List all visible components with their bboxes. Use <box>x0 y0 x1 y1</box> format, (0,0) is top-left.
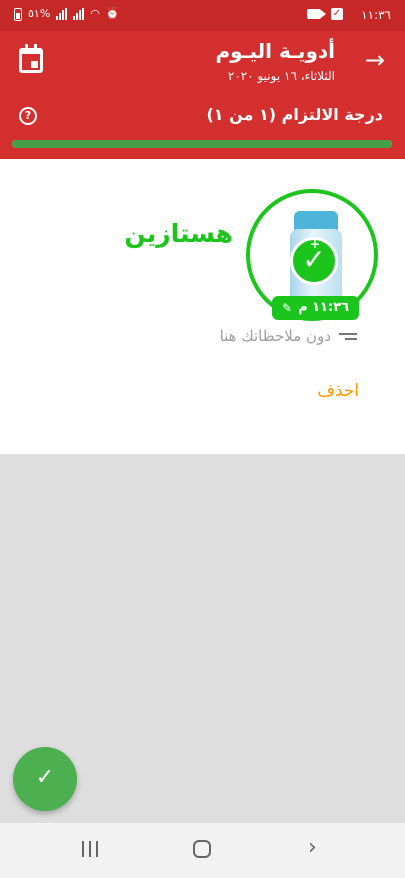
pill-bottle-cap <box>294 211 338 231</box>
adherence-progress-fill <box>12 140 392 148</box>
home-icon[interactable] <box>193 840 211 858</box>
status-right-icons: ✓ <box>307 8 343 20</box>
dose-time-chip[interactable]: ١١:٣٦ م ✎ <box>272 296 360 320</box>
check-box-icon: ✓ <box>331 8 343 20</box>
medication-card: ✓ + ١١:٣٦ م ✎ هستازين دون ملاحظاتك هنا ا… <box>0 159 405 454</box>
adherence-label: درجة الالتزام (١ من ١) <box>206 105 383 124</box>
status-bar: ٥١% ◠ ⏰ ✓ ١١:٣٦ <box>0 0 405 31</box>
forward-arrow-icon[interactable]: → <box>365 48 385 72</box>
signal-icon <box>56 8 68 20</box>
plus-icon: + <box>310 237 321 251</box>
help-icon[interactable]: ? <box>19 107 37 125</box>
signal-icon <box>73 8 85 20</box>
battery-icon <box>14 7 22 21</box>
battery-percent: ٥١% <box>28 7 51 20</box>
dose-time: ١١:٣٦ م <box>298 300 350 315</box>
notes-field[interactable]: دون ملاحظاتك هنا <box>220 327 357 345</box>
video-icon <box>307 9 326 19</box>
delete-button[interactable]: احذف <box>317 381 359 401</box>
back-icon[interactable]: › <box>308 835 317 860</box>
page-title: أدويـة اليـوم <box>215 39 335 63</box>
alarm-icon: ⏰ <box>105 7 120 20</box>
adherence-progress <box>12 140 392 148</box>
status-time: ١١:٣٦ <box>361 8 391 22</box>
recents-icon[interactable] <box>82 841 98 857</box>
system-nav-bar: › <box>0 823 405 878</box>
app-header: أدويـة اليـوم الثلاثاء، ١٦ يونيو ٢٠٢٠ → … <box>0 31 405 159</box>
add-dose-fab[interactable]: ✓ <box>13 747 77 811</box>
notes-icon <box>339 332 357 340</box>
status-left-icons: ٥١% ◠ ⏰ <box>14 7 120 21</box>
page-date: الثلاثاء، ١٦ يونيو ٢٠٢٠ <box>227 69 335 83</box>
pencil-icon: ✎ <box>282 301 293 315</box>
add-check-icon: ✓ <box>35 765 55 790</box>
calendar-icon[interactable] <box>19 44 43 73</box>
wifi-icon: ◠ <box>90 7 100 20</box>
notes-placeholder: دون ملاحظاتك هنا <box>219 327 331 345</box>
medication-name: هستازين <box>124 219 233 248</box>
